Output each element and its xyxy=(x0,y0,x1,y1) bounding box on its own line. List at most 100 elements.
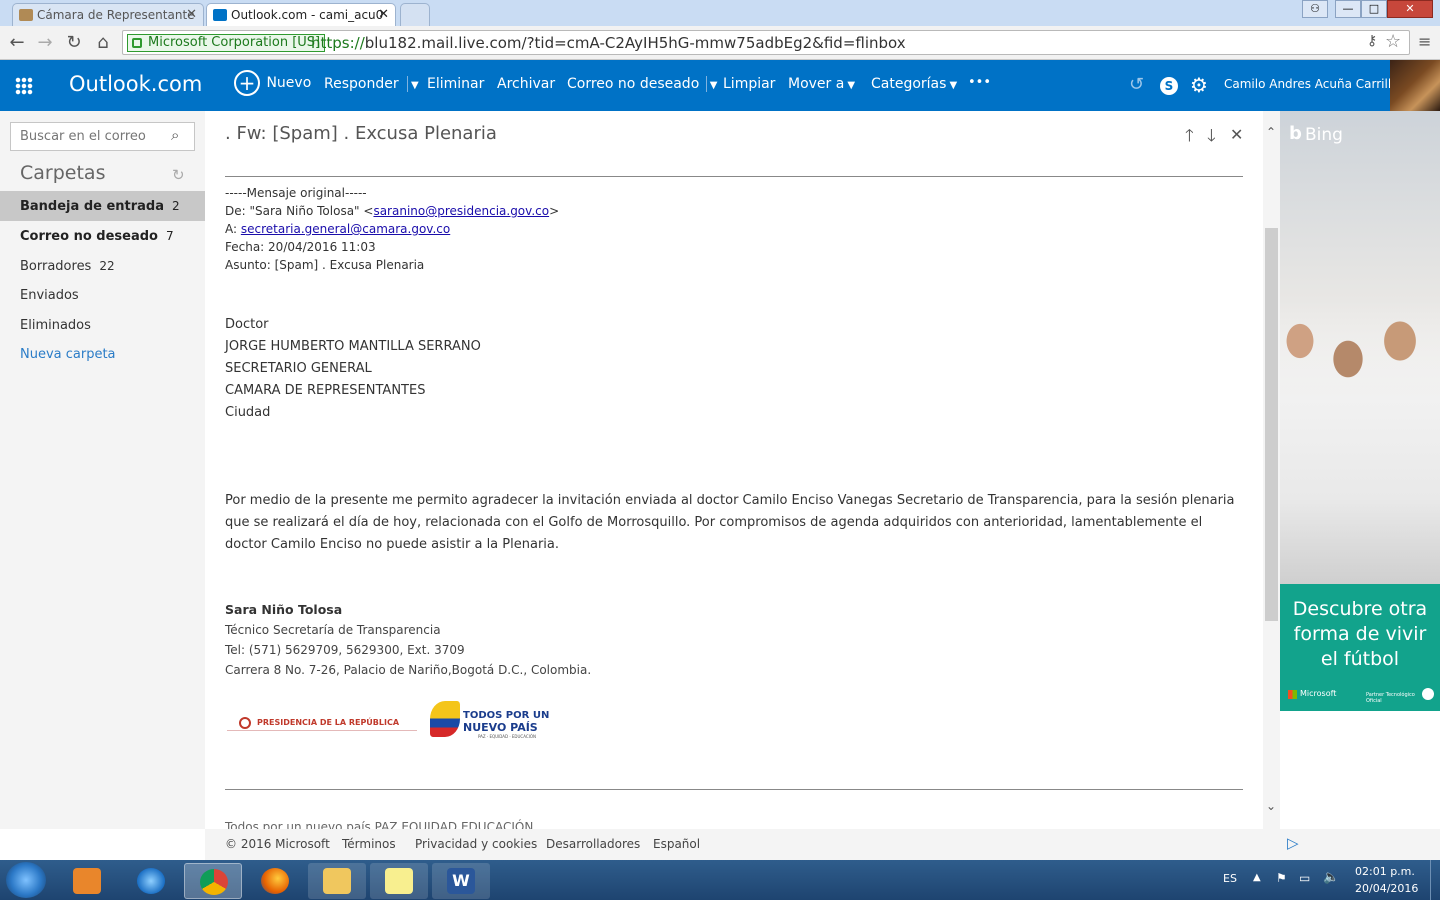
app-launcher-icon[interactable] xyxy=(15,77,33,95)
security-label: Microsoft Corporation [US] xyxy=(148,35,321,50)
terms-link[interactable]: Términos xyxy=(342,837,396,851)
action-center-icon[interactable]: ⚑ xyxy=(1276,871,1287,885)
menu-icon[interactable]: ≡ xyxy=(1418,32,1432,51)
forward-arrow-icon[interactable]: → xyxy=(34,32,56,54)
privacy-link[interactable]: Privacidad y cookies xyxy=(415,837,537,851)
seal-icon xyxy=(239,717,251,729)
browser-tab-strip: Cámara de Representante ✕ Outlook.com - … xyxy=(0,0,1440,26)
network-icon[interactable]: ▭ xyxy=(1299,871,1310,885)
more-options-button[interactable]: ••• xyxy=(968,75,991,90)
reply-button[interactable]: Responder ▼ xyxy=(324,76,419,92)
refresh-icon[interactable]: ↻ xyxy=(172,166,185,184)
close-tab-icon[interactable]: ✕ xyxy=(378,7,389,22)
taskbar-word[interactable]: W xyxy=(432,863,490,899)
archive-button[interactable]: Archivar xyxy=(497,76,555,92)
unread-count: 2 xyxy=(172,199,180,213)
nuevo-pais-line1: TODOS POR UN xyxy=(463,710,550,721)
camara-favicon-icon xyxy=(19,9,33,21)
taskbar-file-explorer[interactable] xyxy=(308,863,366,899)
bookmark-star-icon[interactable]: ☆ xyxy=(1385,31,1401,52)
taskbar-firefox[interactable] xyxy=(246,863,304,899)
user-switch-icon[interactable]: ⚇ xyxy=(1302,0,1328,18)
junk-button[interactable]: Correo no deseado ▼ xyxy=(567,76,717,92)
address-bar[interactable]: Microsoft Corporation [US] https://blu18… xyxy=(122,30,1410,55)
colombia-flag-icon xyxy=(430,701,460,737)
folder-inbox[interactable]: Bandeja de entrada 2 xyxy=(0,191,205,221)
new-tab-button[interactable] xyxy=(400,3,430,26)
reload-icon[interactable]: ↻ xyxy=(63,32,85,54)
presidencia-logo: PRESIDENCIA DE LA REPÚBLICA xyxy=(227,715,417,731)
taskbar-internet-explorer[interactable] xyxy=(122,863,180,899)
folder-sent[interactable]: Enviados xyxy=(0,281,205,311)
previous-message-arrow-icon[interactable]: 🡑 xyxy=(1185,123,1194,152)
adchoices-icon[interactable]: ▷ xyxy=(1287,834,1299,852)
body-paragraph-line: Por medio de la presente me permito agra… xyxy=(225,493,1235,508)
scroll-down-icon[interactable]: ⌄ xyxy=(1266,799,1276,813)
bing-brand: Bing xyxy=(1305,125,1343,145)
reading-pane: . Fw: [Spam] . Excusa Plenaria 🡑 🡓 ✕ ---… xyxy=(205,111,1263,829)
search-box[interactable]: ⌕ xyxy=(10,122,195,151)
chrome-icon xyxy=(200,869,228,895)
scroll-up-icon[interactable]: ⌃ xyxy=(1266,125,1276,139)
taskbar-media-player[interactable] xyxy=(58,863,116,899)
show-desktop-button[interactable] xyxy=(1430,860,1440,900)
footer-motto: Todos por un nuevo país PAZ EQUIDAD EDUC… xyxy=(225,820,534,829)
brand-title[interactable]: Outlook.com xyxy=(69,72,202,96)
folder-drafts[interactable]: Borradores 22 xyxy=(0,251,205,281)
language-link[interactable]: Español xyxy=(653,837,700,851)
from-email-link[interactable]: saranino@presidencia.gov.co xyxy=(373,204,549,218)
show-hidden-icons-icon[interactable]: ▲ xyxy=(1253,872,1261,883)
developers-link[interactable]: Desarrolladores xyxy=(546,837,640,851)
close-window-button[interactable]: ✕ xyxy=(1387,0,1433,18)
reading-pane-scrollbar[interactable]: ⌃ ⌄ xyxy=(1263,111,1280,829)
settings-gear-icon[interactable]: ⚙ xyxy=(1190,73,1208,97)
avatar[interactable] xyxy=(1390,60,1440,111)
close-message-icon[interactable]: ✕ xyxy=(1230,125,1243,144)
folder-junk[interactable]: Correo no deseado 7 xyxy=(0,221,205,251)
clock-date[interactable]: 20/04/2016 xyxy=(1355,882,1418,895)
sweep-button[interactable]: Limpiar xyxy=(723,76,775,92)
security-badge[interactable]: Microsoft Corporation [US] xyxy=(127,34,326,52)
folder-deleted[interactable]: Eliminados xyxy=(0,311,205,341)
maximize-button[interactable]: □ xyxy=(1361,0,1387,18)
signature-title: Técnico Secretaría de Transparencia xyxy=(225,623,441,637)
close-tab-icon[interactable]: ✕ xyxy=(186,7,197,22)
categories-button[interactable]: Categorías ▼ xyxy=(871,76,957,92)
move-to-button[interactable]: Mover a ▼ xyxy=(788,76,855,92)
clock-time[interactable]: 02:01 p.m. xyxy=(1355,865,1415,878)
bing-advertisement[interactable]: b Bing Descubre otra forma de vivir el f… xyxy=(1280,111,1440,711)
word-icon: W xyxy=(447,868,475,894)
minimize-button[interactable]: — xyxy=(1335,0,1361,18)
tab-camara[interactable]: Cámara de Representante ✕ xyxy=(12,3,204,26)
divider xyxy=(225,789,1243,790)
delete-button[interactable]: Eliminar xyxy=(427,76,484,92)
taskbar-chrome[interactable] xyxy=(184,863,242,899)
tab-outlook[interactable]: Outlook.com - cami_acu0 ✕ xyxy=(206,3,396,26)
page-footer: © 2016 Microsoft Términos Privacidad y c… xyxy=(205,829,1440,860)
chevron-down-icon: ▼ xyxy=(949,80,958,91)
home-icon[interactable]: ⌂ xyxy=(92,32,114,54)
next-message-arrow-icon[interactable]: 🡓 xyxy=(1207,123,1216,152)
start-button-icon[interactable] xyxy=(6,862,46,898)
chevron-down-icon[interactable]: ▼ xyxy=(710,80,718,91)
language-indicator[interactable]: ES xyxy=(1223,872,1237,885)
to-prefix: A: xyxy=(225,222,241,236)
recipient-name: JORGE HUMBERTO MANTILLA SERRANO xyxy=(225,339,481,354)
from-prefix: De: "Sara Niño Tolosa" < xyxy=(225,204,374,218)
search-input[interactable] xyxy=(20,123,170,149)
scrollbar-thumb[interactable] xyxy=(1265,228,1278,621)
user-name[interactable]: Camilo Andres Acuña Carrillo xyxy=(1224,77,1399,91)
ad-sponsor: Microsoft xyxy=(1300,689,1337,698)
new-folder-link[interactable]: Nueva carpeta xyxy=(0,340,205,370)
taskbar-sticky-notes[interactable] xyxy=(370,863,428,899)
to-email-link[interactable]: secretaria.general@camara.gov.co xyxy=(241,222,450,236)
url-text[interactable]: https://blu182.mail.live.com/?tid=cmA-C2… xyxy=(311,34,906,52)
undo-icon[interactable]: ↺ xyxy=(1129,74,1144,95)
search-icon[interactable]: ⌕ xyxy=(171,126,179,144)
back-arrow-icon[interactable]: ← xyxy=(6,32,28,54)
chevron-down-icon[interactable]: ▼ xyxy=(411,80,419,91)
volume-icon[interactable]: 🔈 xyxy=(1323,870,1339,885)
skype-icon[interactable]: S xyxy=(1160,77,1178,95)
new-button[interactable]: + Nuevo xyxy=(234,70,311,96)
key-icon[interactable]: ⚷ xyxy=(1367,33,1377,49)
